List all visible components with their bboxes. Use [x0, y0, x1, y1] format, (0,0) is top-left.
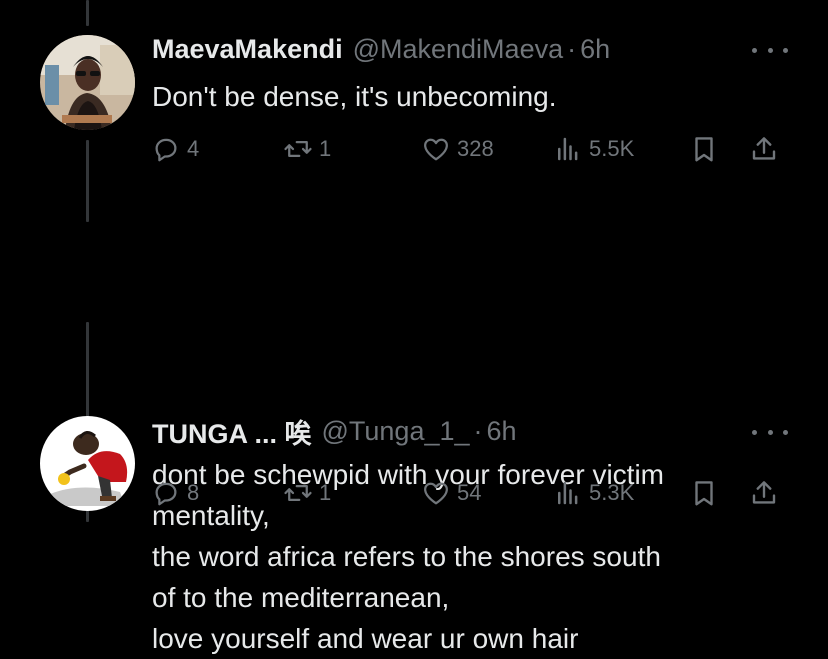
bookmark-button[interactable] [689, 476, 719, 510]
tweet-actions: 8 1 54 5.3K [0, 476, 828, 510]
more-icon[interactable] [752, 40, 788, 60]
retweet-icon [284, 485, 312, 501]
heart-icon [424, 482, 448, 505]
tweet-text-line: of to the mediterranean, [152, 582, 450, 613]
views-button[interactable]: 5.5K [553, 132, 634, 166]
avatar[interactable] [40, 35, 135, 130]
display-name[interactable]: MaevaMakendi [152, 34, 343, 65]
views-button[interactable]: 5.3K [553, 476, 634, 510]
tweet-text-line: the word africa refers to the shores sou… [152, 541, 661, 572]
share-icon [752, 481, 776, 504]
heart-icon [424, 138, 448, 161]
reply-icon [155, 482, 177, 506]
bookmark-button[interactable] [689, 132, 719, 166]
separator-dot: · [567, 33, 577, 64]
share-button[interactable] [749, 132, 779, 166]
retweet-button[interactable]: 1 [283, 132, 331, 166]
share-icon [752, 137, 776, 160]
views-icon [558, 137, 578, 161]
retweet-count: 1 [319, 480, 332, 505]
reply-button[interactable]: 4 [151, 132, 199, 166]
reply-icon [155, 138, 177, 162]
reply-count: 8 [187, 480, 200, 505]
tweet-header: TUNGA ... 唉 @Tunga_1_ · 6h [152, 413, 517, 449]
retweet-button[interactable]: 1 [283, 476, 331, 510]
timestamp[interactable]: 6h [580, 34, 610, 65]
tweet-text: Don't be dense, it's unbecoming. [152, 76, 812, 117]
views-icon [558, 481, 578, 505]
views-count: 5.5K [589, 136, 635, 161]
share-button[interactable] [749, 476, 779, 510]
views-count: 5.3K [589, 480, 635, 505]
reply-button[interactable]: 8 [151, 476, 199, 510]
timestamp[interactable]: 6h [487, 416, 517, 447]
separator-dot: · [473, 415, 483, 446]
like-count: 328 [457, 136, 494, 161]
tweet-text-line: Don't be dense, it's unbecoming. [152, 81, 557, 112]
tweet-text-line: love yourself and wear ur own hair [152, 623, 579, 654]
tweet-header: MaevaMakendi @MakendiMaeva · 6h [152, 31, 610, 67]
user-handle[interactable]: @MakendiMaeva [353, 34, 564, 65]
bookmark-icon [695, 137, 713, 162]
like-button[interactable]: 54 [421, 476, 481, 510]
retweet-count: 1 [319, 136, 332, 161]
more-icon[interactable] [752, 422, 788, 442]
tweet-actions: 4 1 328 5.5K [0, 132, 828, 166]
display-name[interactable]: TUNGA ... 唉 [152, 412, 312, 451]
retweet-icon [284, 141, 312, 157]
user-handle[interactable]: @Tunga_1_ [322, 416, 470, 447]
tweet[interactable]: MaevaMakendi @MakendiMaeva · 6h Don't be… [0, 0, 828, 200]
like-count: 54 [457, 480, 482, 505]
tweet[interactable]: TUNGA ... 唉 @Tunga_1_ · 6h dont be schew… [0, 200, 828, 654]
reply-count: 4 [187, 136, 200, 161]
bookmark-icon [695, 481, 713, 506]
like-button[interactable]: 328 [421, 132, 494, 166]
